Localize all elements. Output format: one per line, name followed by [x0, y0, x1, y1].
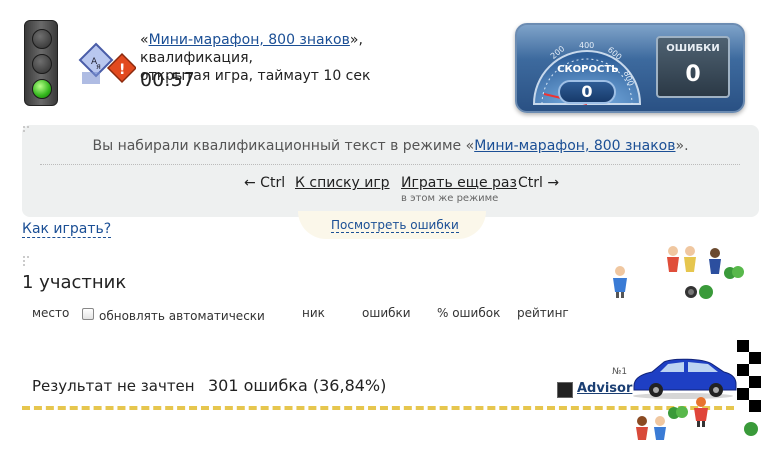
- race-track-line: [22, 406, 734, 410]
- auto-update-checkbox[interactable]: [82, 308, 94, 320]
- header-errors: ошибки: [362, 306, 411, 320]
- panel-drag-handle-icon: [22, 125, 32, 135]
- svg-text:!: !: [119, 62, 125, 78]
- spectators-kids-icon: [632, 414, 672, 446]
- message-suffix: ».: [675, 138, 689, 154]
- finish-flag-icon: [737, 340, 761, 412]
- game-timer: 00:57: [140, 69, 195, 91]
- header-place: место: [32, 306, 70, 320]
- message-prefix: Вы набирали квалификационный текст в реж…: [92, 138, 475, 154]
- auto-update-label[interactable]: обновлять автоматически: [99, 309, 265, 323]
- place-number: №1: [612, 367, 628, 377]
- traffic-light-green-lamp: [32, 79, 52, 99]
- speed-label: СКОРОСТЬ: [557, 64, 619, 75]
- bush-icon-3: [742, 420, 760, 436]
- speed-value: 0: [558, 80, 616, 104]
- header-rating: рейтинг: [517, 306, 569, 320]
- errors-value: 0: [685, 62, 701, 87]
- traffic-light-yellow-lamp: [32, 54, 52, 74]
- spectator-boy-icon: [690, 395, 712, 427]
- message-mode-link[interactable]: Мини-марафон, 800 знаков: [474, 138, 675, 154]
- play-again-shortcut-hint: Ctrl →: [518, 175, 560, 191]
- traffic-light-red-lamp: [32, 29, 52, 49]
- view-errors-link[interactable]: Посмотреть ошибки: [331, 218, 459, 233]
- back-shortcut-hint: ← Ctrl: [244, 175, 286, 191]
- bush-icon: [724, 264, 744, 280]
- participants-count: 1 участник: [22, 272, 127, 293]
- section-handle-icon: [22, 255, 34, 267]
- player-nick-link[interactable]: Advisor: [577, 381, 632, 396]
- spectator-girl-icon: [610, 264, 630, 298]
- how-to-play-link[interactable]: Как играть?: [22, 221, 112, 238]
- header-nick: ник: [302, 306, 325, 320]
- play-again-note: в этом же режиме: [401, 193, 499, 204]
- result-status: Результат не зачтен: [32, 377, 195, 395]
- play-again-link[interactable]: Играть еще раз: [401, 175, 517, 191]
- svg-text:я: я: [96, 62, 101, 71]
- header-error-pct: % ошибок: [437, 306, 501, 320]
- qualification-mode-icon: A я !: [78, 42, 136, 88]
- traffic-light-icon: [24, 20, 58, 106]
- quote-open: «: [140, 32, 149, 48]
- avatar[interactable]: [557, 382, 573, 398]
- spectators-group-icon: [665, 244, 727, 278]
- tyre-and-bush-icon: [682, 282, 718, 300]
- result-error-count: 301 ошибка (36,84%): [208, 376, 387, 395]
- typed-mode-message: Вы набирали квалификационный текст в реж…: [22, 138, 759, 154]
- errors-label: ОШИБКИ: [666, 43, 720, 54]
- back-to-games-link[interactable]: К списку игр: [295, 175, 390, 191]
- gauge-tick-400: 400: [579, 41, 595, 50]
- panel-divider: [40, 164, 740, 165]
- race-car-icon: [628, 356, 738, 400]
- mode-link[interactable]: Мини-марафон, 800 знаков: [149, 32, 350, 48]
